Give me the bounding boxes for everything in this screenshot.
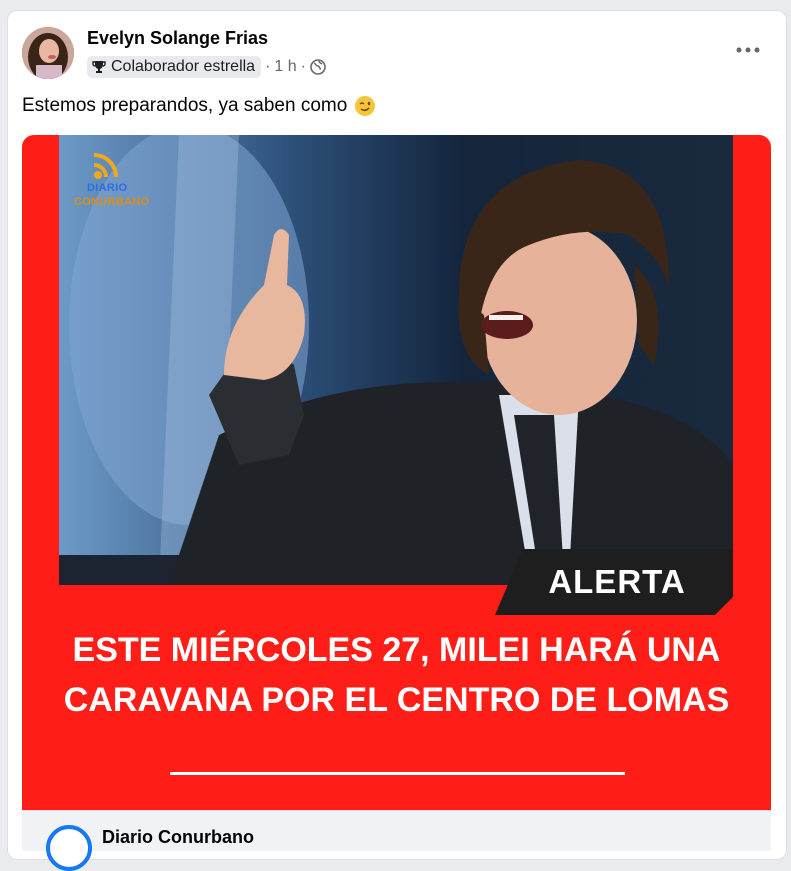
post-time[interactable]: 1 h: [274, 58, 296, 76]
post-caption: Estemos preparandos, ya saben como: [22, 95, 376, 117]
alert-label: ALERTA: [548, 563, 686, 600]
more-options-icon: [736, 47, 760, 53]
trophy-icon: [92, 61, 106, 73]
logo-text-line2: CONURBANO: [74, 196, 150, 208]
headline-text: ESTE MIÉRCOLES 27, MILEI HARÁ UNA CARAVA…: [63, 631, 730, 719]
author-name[interactable]: Evelyn Solange Frias: [87, 28, 268, 49]
logo-text-line1: DIARIO: [87, 182, 128, 194]
winking-face-emoji: [355, 96, 376, 116]
diario-conurbano-logo: DIARIO CONURBANO: [70, 147, 150, 217]
speaker-photo: [59, 135, 733, 585]
more-options-button[interactable]: [731, 38, 765, 62]
avatar[interactable]: [22, 27, 74, 79]
source-logo: [46, 825, 92, 871]
post-image[interactable]: DIARIO CONURBANO ALERTA ESTE MIÉRCOLES 2…: [22, 135, 771, 810]
contributor-badge[interactable]: Colaborador estrella: [87, 56, 262, 78]
globe-icon: [310, 59, 326, 75]
badge-label: Colaborador estrella: [111, 58, 256, 75]
link-preview[interactable]: Diario Conurbano: [22, 810, 771, 871]
caption-text: Estemos preparandos, ya saben como: [22, 95, 348, 116]
post-meta: Colaborador estrella · 1 h ·: [87, 55, 326, 79]
meta-separator: ·: [265, 58, 271, 75]
meta-separator: ·: [300, 58, 306, 75]
headline-underline: [170, 772, 625, 775]
